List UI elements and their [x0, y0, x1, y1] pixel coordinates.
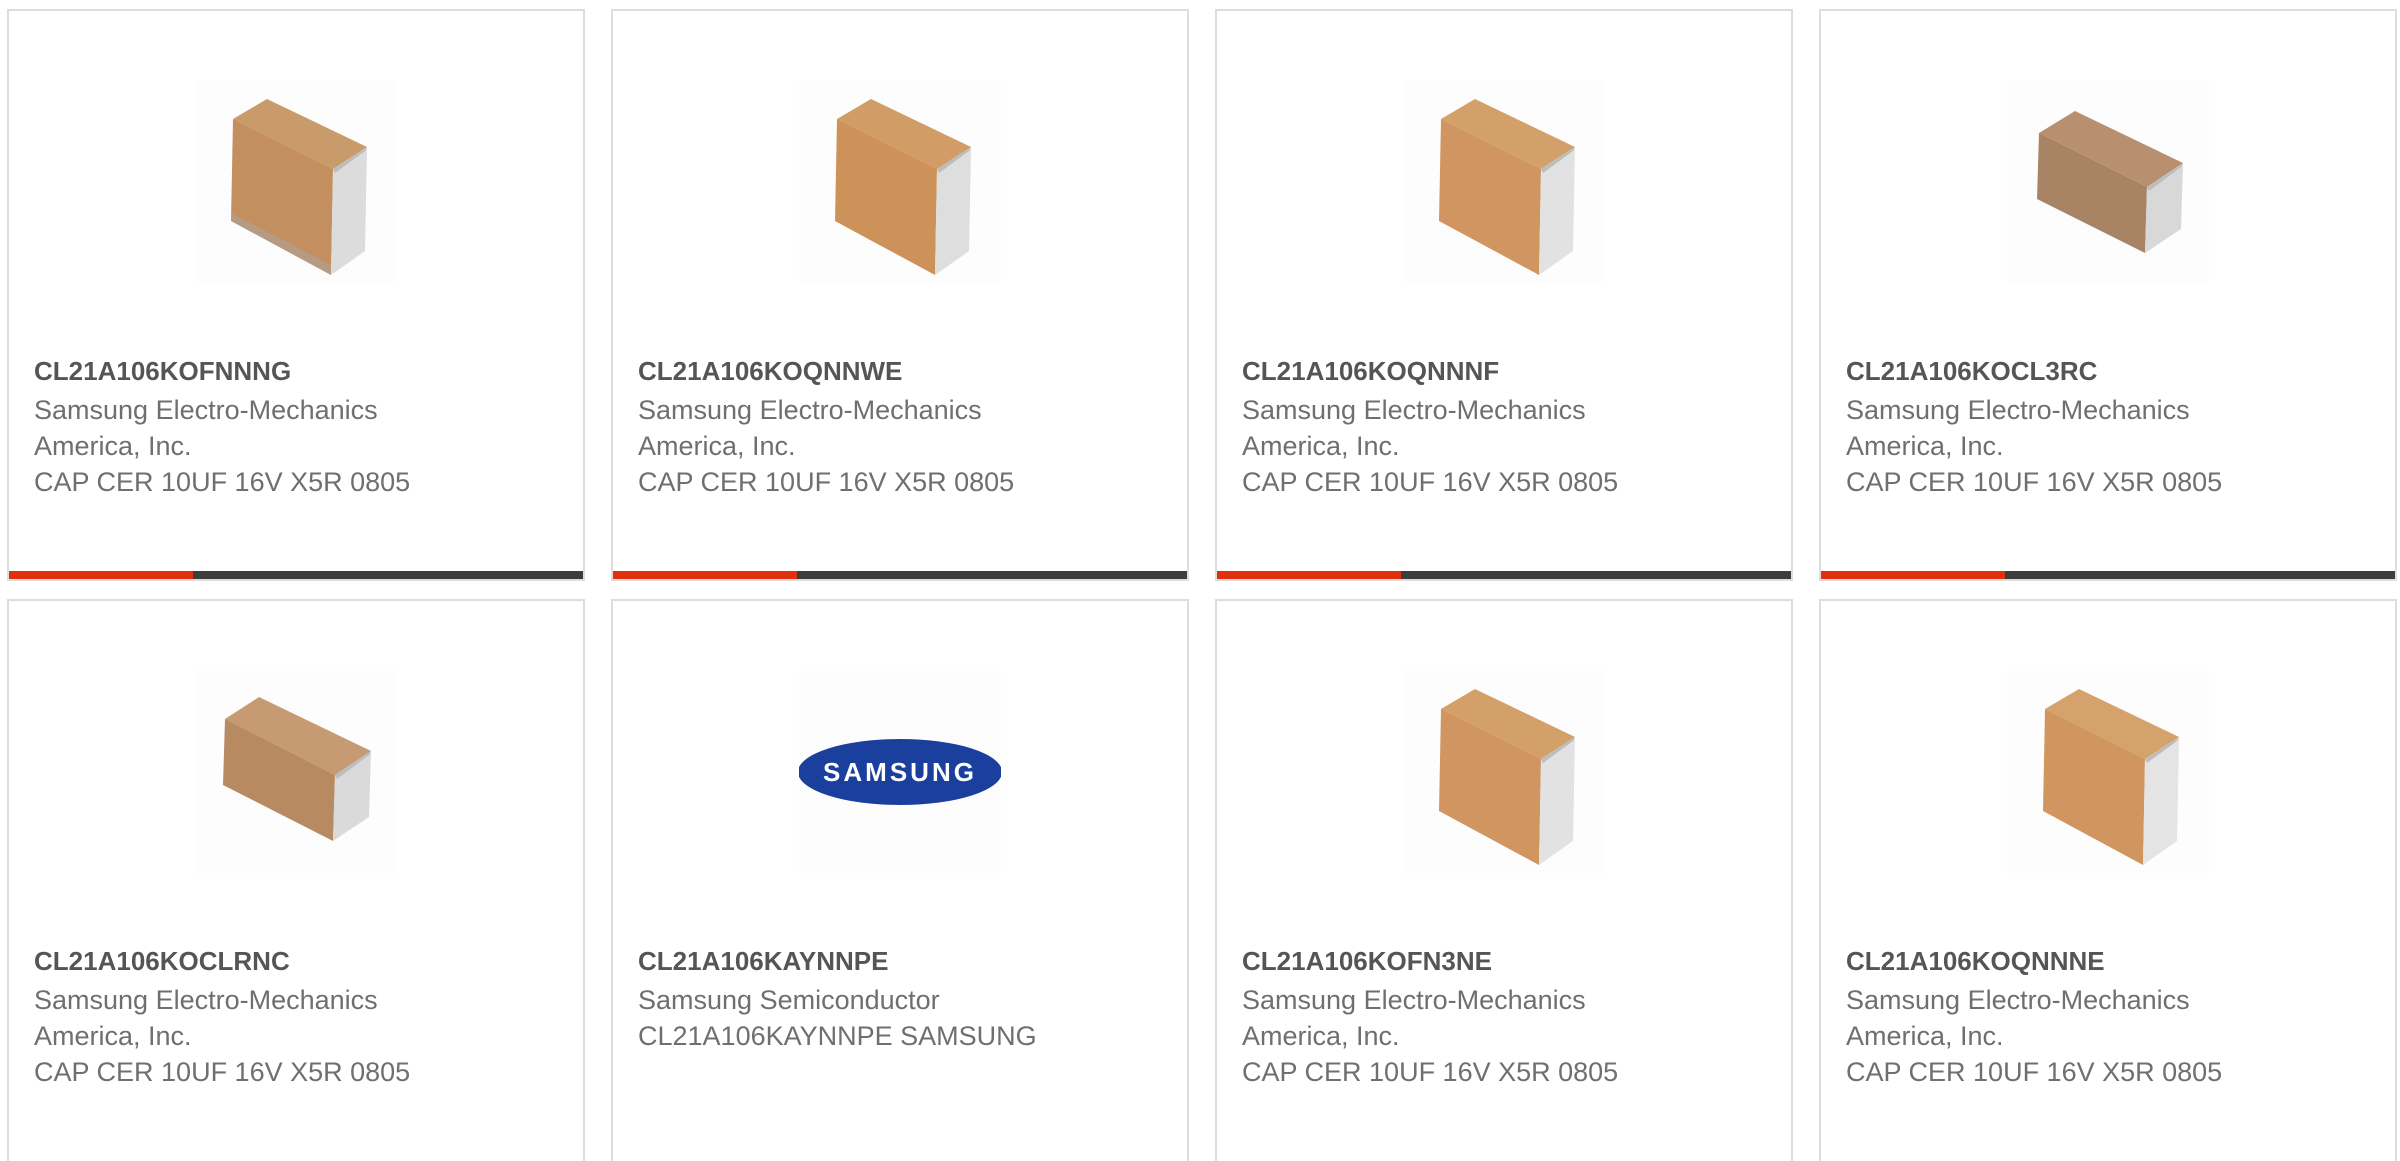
ceramic-capacitor-chip-icon	[2007, 671, 2209, 873]
card-progress-bar	[613, 571, 1187, 579]
card-progress-bar	[9, 571, 583, 579]
product-description: CAP CER 10UF 16V X5R 0805	[1242, 1057, 1619, 1087]
part-number[interactable]: CL21A106KAYNNPE	[638, 946, 888, 977]
part-number[interactable]: CL21A106KOCLRNC	[34, 946, 290, 977]
product-description: CAP CER 10UF 16V X5R 0805	[1846, 467, 2223, 497]
product-description: CAP CER 10UF 16V X5R 0805	[34, 467, 411, 497]
manufacturer-name: Samsung Electro-Mechanics America, Inc.	[1242, 985, 1586, 1051]
manufacturer-name: Samsung Electro-Mechanics America, Inc.	[34, 395, 378, 461]
manufacturer-name: Samsung Semiconductor	[638, 985, 940, 1015]
product-description: CAP CER 10UF 16V X5R 0805	[34, 1057, 411, 1087]
ceramic-capacitor-chip-icon	[2007, 81, 2209, 283]
product-card[interactable]: CL21A106KOQNNNE Samsung Electro-Mechanic…	[1819, 599, 2397, 1161]
part-number[interactable]: CL21A106KOFN3NE	[1242, 946, 1492, 977]
product-card[interactable]: CL21A106KOFN3NE Samsung Electro-Mechanic…	[1215, 599, 1793, 1161]
card-progress-fill	[1821, 571, 2005, 579]
manufacturer-name: Samsung Electro-Mechanics America, Inc.	[638, 395, 982, 461]
part-number[interactable]: CL21A106KOCL3RC	[1846, 356, 2097, 387]
part-number[interactable]: CL21A106KOQNNWE	[638, 356, 902, 387]
ceramic-capacitor-chip-icon	[1403, 81, 1605, 283]
product-card[interactable]: CL21A106KOQNNNF Samsung Electro-Mechanic…	[1215, 9, 1793, 581]
manufacturer-name: Samsung Electro-Mechanics America, Inc.	[1846, 985, 2190, 1051]
product-description: CL21A106KAYNNPE SAMSUNG	[638, 1021, 1037, 1051]
part-number[interactable]: CL21A106KOQNNNE	[1846, 946, 2105, 977]
product-grid: CL21A106KOFNNNG Samsung Electro-Mechanic…	[0, 0, 2400, 1161]
ceramic-capacitor-chip-icon	[195, 671, 397, 873]
product-description: CAP CER 10UF 16V X5R 0805	[638, 467, 1015, 497]
product-card[interactable]: CL21A106KOQNNWE Samsung Electro-Mechanic…	[611, 9, 1189, 581]
card-progress-bar	[1821, 571, 2395, 579]
product-description: CAP CER 10UF 16V X5R 0805	[1242, 467, 1619, 497]
ceramic-capacitor-chip-icon	[195, 81, 397, 283]
product-card[interactable]: CL21A106KOFNNNG Samsung Electro-Mechanic…	[7, 9, 585, 581]
part-number[interactable]: CL21A106KOQNNNF	[1242, 356, 1499, 387]
manufacturer-name: Samsung Electro-Mechanics America, Inc.	[1242, 395, 1586, 461]
product-description: CAP CER 10UF 16V X5R 0805	[1846, 1057, 2223, 1087]
product-card[interactable]: SAMSUNG CL21A106KAYNNPE Samsung Semicond…	[611, 599, 1189, 1161]
card-progress-fill	[1217, 571, 1401, 579]
card-progress-fill	[613, 571, 797, 579]
manufacturer-name: Samsung Electro-Mechanics America, Inc.	[34, 985, 378, 1051]
samsung-logo-text: SAMSUNG	[823, 757, 977, 787]
card-progress-bar	[1217, 571, 1791, 579]
product-card[interactable]: CL21A106KOCLRNC Samsung Electro-Mechanic…	[7, 599, 585, 1161]
samsung-logo: SAMSUNG	[799, 671, 1001, 873]
part-number[interactable]: CL21A106KOFNNNG	[34, 356, 291, 387]
product-card[interactable]: CL21A106KOCL3RC Samsung Electro-Mechanic…	[1819, 9, 2397, 581]
manufacturer-name: Samsung Electro-Mechanics America, Inc.	[1846, 395, 2190, 461]
ceramic-capacitor-chip-icon	[1403, 671, 1605, 873]
ceramic-capacitor-chip-icon	[799, 81, 1001, 283]
card-progress-fill	[9, 571, 193, 579]
